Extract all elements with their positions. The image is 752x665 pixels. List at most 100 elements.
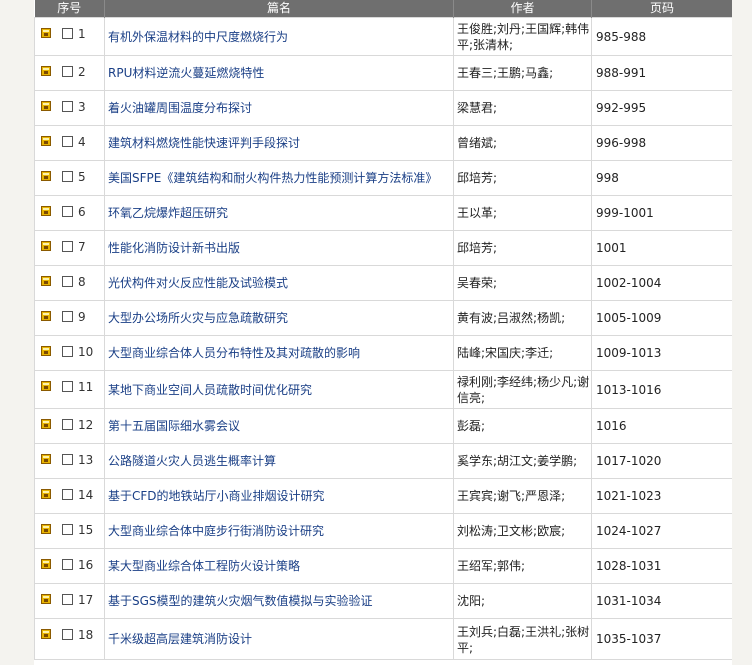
pages-cell: 988-991	[591, 55, 732, 91]
select-checkbox[interactable]	[62, 489, 73, 500]
row-number: 11	[78, 380, 94, 394]
select-checkbox[interactable]	[62, 28, 73, 39]
author-cell: 陆峰;宋国庆;李迁;	[453, 335, 592, 371]
article-icon[interactable]	[41, 454, 51, 464]
pages-text: 985-988	[596, 29, 647, 44]
article-icon[interactable]	[41, 311, 51, 321]
pages-cell: 1002-1004	[591, 265, 732, 301]
article-icon[interactable]	[41, 241, 51, 251]
article-title-link[interactable]: 公路隧道火灾人员逃生概率计算	[105, 453, 453, 469]
select-checkbox[interactable]	[62, 136, 73, 147]
article-title-link[interactable]: 某大型商业综合体工程防火设计策略	[105, 558, 453, 574]
select-checkbox[interactable]	[62, 66, 73, 77]
article-icon[interactable]	[41, 524, 51, 534]
seq-cell: 12	[34, 408, 105, 444]
table-row: 4 建筑材料燃烧性能快速评判手段探讨 曾绪斌; 996-998	[34, 125, 732, 161]
article-title-link[interactable]: 某地下商业空间人员疏散时间优化研究	[105, 382, 453, 398]
title-cell: 光伏构件对火反应性能及试验模式	[104, 265, 454, 301]
article-title-link[interactable]: 性能化消防设计新书出版	[105, 240, 453, 256]
row-number: 10	[78, 345, 94, 359]
pages-text: 1001	[596, 241, 627, 255]
article-icon[interactable]	[41, 629, 51, 639]
author-text: 邱培芳;	[457, 241, 498, 255]
row-number: 12	[78, 418, 94, 432]
pages-text: 1021-1023	[596, 489, 662, 503]
author-cell: 黄有波;吕淑然;杨凯;	[453, 300, 592, 336]
article-icon[interactable]	[41, 28, 51, 38]
pages-cell: 999-1001	[591, 195, 732, 231]
pages-text: 1016	[596, 419, 627, 433]
author-column-header: 作者	[453, 0, 592, 18]
article-title-link[interactable]: 基于CFD的地铁站厅小商业排烟设计研究	[105, 488, 453, 504]
article-icon[interactable]	[41, 66, 51, 76]
article-icon[interactable]	[41, 419, 51, 429]
seq-cell: 16	[34, 548, 105, 584]
article-icon[interactable]	[41, 136, 51, 146]
article-title-link[interactable]: 基于SGS模型的建筑火灾烟气数值模拟与实验验证	[105, 593, 453, 609]
pages-cell: 1017-1020	[591, 443, 732, 479]
article-icon[interactable]	[41, 101, 51, 111]
row-number: 4	[78, 135, 86, 149]
article-title-link[interactable]: 第十五届国际细水雾会议	[105, 418, 453, 434]
seq-cell: 8	[34, 265, 105, 301]
article-title-link[interactable]: 光伏构件对火反应性能及试验模式	[105, 275, 453, 291]
article-icon[interactable]	[41, 559, 51, 569]
article-title-link[interactable]: RPU材料逆流火蔓延燃烧特性	[105, 65, 453, 81]
select-checkbox[interactable]	[62, 276, 73, 287]
table-row: 15 大型商业综合体中庭步行街消防设计研究 刘松涛;卫文彬;欧宸; 1024-1…	[34, 513, 732, 549]
article-title-link[interactable]: 千米级超高层建筑消防设计	[105, 631, 453, 647]
article-title-link[interactable]: 大型商业综合体人员分布特性及其对疏散的影响	[105, 345, 453, 361]
seq-cell: 1	[34, 17, 105, 56]
row-number: 9	[78, 310, 86, 324]
article-title-link[interactable]: 大型办公场所火灾与应急疏散研究	[105, 310, 453, 326]
article-title-link[interactable]: 环氧乙烷爆炸超压研究	[105, 205, 453, 221]
select-checkbox[interactable]	[62, 559, 73, 570]
author-cell: 曾绪斌;	[453, 125, 592, 161]
article-icon[interactable]	[41, 276, 51, 286]
pages-column-header: 页码	[591, 0, 732, 18]
author-cell: 王俊胜;刘丹;王国辉;韩伟平;张清林;	[453, 17, 592, 56]
select-checkbox[interactable]	[62, 311, 73, 322]
article-icon[interactable]	[41, 206, 51, 216]
pages-cell: 1016	[591, 408, 732, 444]
select-checkbox[interactable]	[62, 524, 73, 535]
title-cell: RPU材料逆流火蔓延燃烧特性	[104, 55, 454, 91]
article-title-link[interactable]: 有机外保温材料的中尺度燃烧行为	[105, 29, 453, 45]
article-title-link[interactable]: 美国SFPE《建筑结构和耐火构件热力性能预测计算方法标准》	[105, 170, 453, 186]
author-text: 刘松涛;卫文彬;欧宸;	[457, 524, 566, 538]
pages-text: 1017-1020	[596, 454, 662, 468]
author-text: 曾绪斌;	[457, 136, 498, 150]
select-checkbox[interactable]	[62, 101, 73, 112]
pages-text: 1009-1013	[596, 346, 662, 360]
table-row: 13 公路隧道火灾人员逃生概率计算 奚学东;胡江文;姜学鹏; 1017-1020	[34, 443, 732, 479]
title-cell: 公路隧道火灾人员逃生概率计算	[104, 443, 454, 479]
article-icon[interactable]	[41, 381, 51, 391]
article-title-link[interactable]: 着火油罐周围温度分布探讨	[105, 100, 453, 116]
select-checkbox[interactable]	[62, 206, 73, 217]
select-checkbox[interactable]	[62, 381, 73, 392]
select-checkbox[interactable]	[62, 594, 73, 605]
author-text: 王刘兵;白磊;王洪礼;张树平;	[457, 625, 590, 655]
table-row: 17 基于SGS模型的建筑火灾烟气数值模拟与实验验证 沈阳; 1031-1034	[34, 583, 732, 619]
title-cell: 基于CFD的地铁站厅小商业排烟设计研究	[104, 478, 454, 514]
select-checkbox[interactable]	[62, 241, 73, 252]
title-cell: 着火油罐周围温度分布探讨	[104, 90, 454, 126]
article-title-link[interactable]: 建筑材料燃烧性能快速评判手段探讨	[105, 135, 453, 151]
select-checkbox[interactable]	[62, 454, 73, 465]
author-text: 王绍军;郭伟;	[457, 559, 526, 573]
article-title-link[interactable]: 大型商业综合体中庭步行街消防设计研究	[105, 523, 453, 539]
select-checkbox[interactable]	[62, 171, 73, 182]
table-row: 14 基于CFD的地铁站厅小商业排烟设计研究 王宾宾;谢飞;严恩泽; 1021-…	[34, 478, 732, 514]
article-icon[interactable]	[41, 489, 51, 499]
table-row: 11 某地下商业空间人员疏散时间优化研究 禄利刚;李经纬;杨少凡;谢信亮; 10…	[34, 370, 732, 409]
article-icon[interactable]	[41, 594, 51, 604]
article-icon[interactable]	[41, 346, 51, 356]
select-checkbox[interactable]	[62, 346, 73, 357]
title-cell: 某大型商业综合体工程防火设计策略	[104, 548, 454, 584]
select-checkbox[interactable]	[62, 629, 73, 640]
row-number: 14	[78, 488, 94, 502]
article-icon[interactable]	[41, 171, 51, 181]
select-checkbox[interactable]	[62, 419, 73, 430]
results-table: 序号 篇名 作者 页码 1 有机外保温材料的中尺度燃烧行为 王俊胜;刘丹;王国辉…	[34, 0, 732, 660]
seq-cell: 4	[34, 125, 105, 161]
